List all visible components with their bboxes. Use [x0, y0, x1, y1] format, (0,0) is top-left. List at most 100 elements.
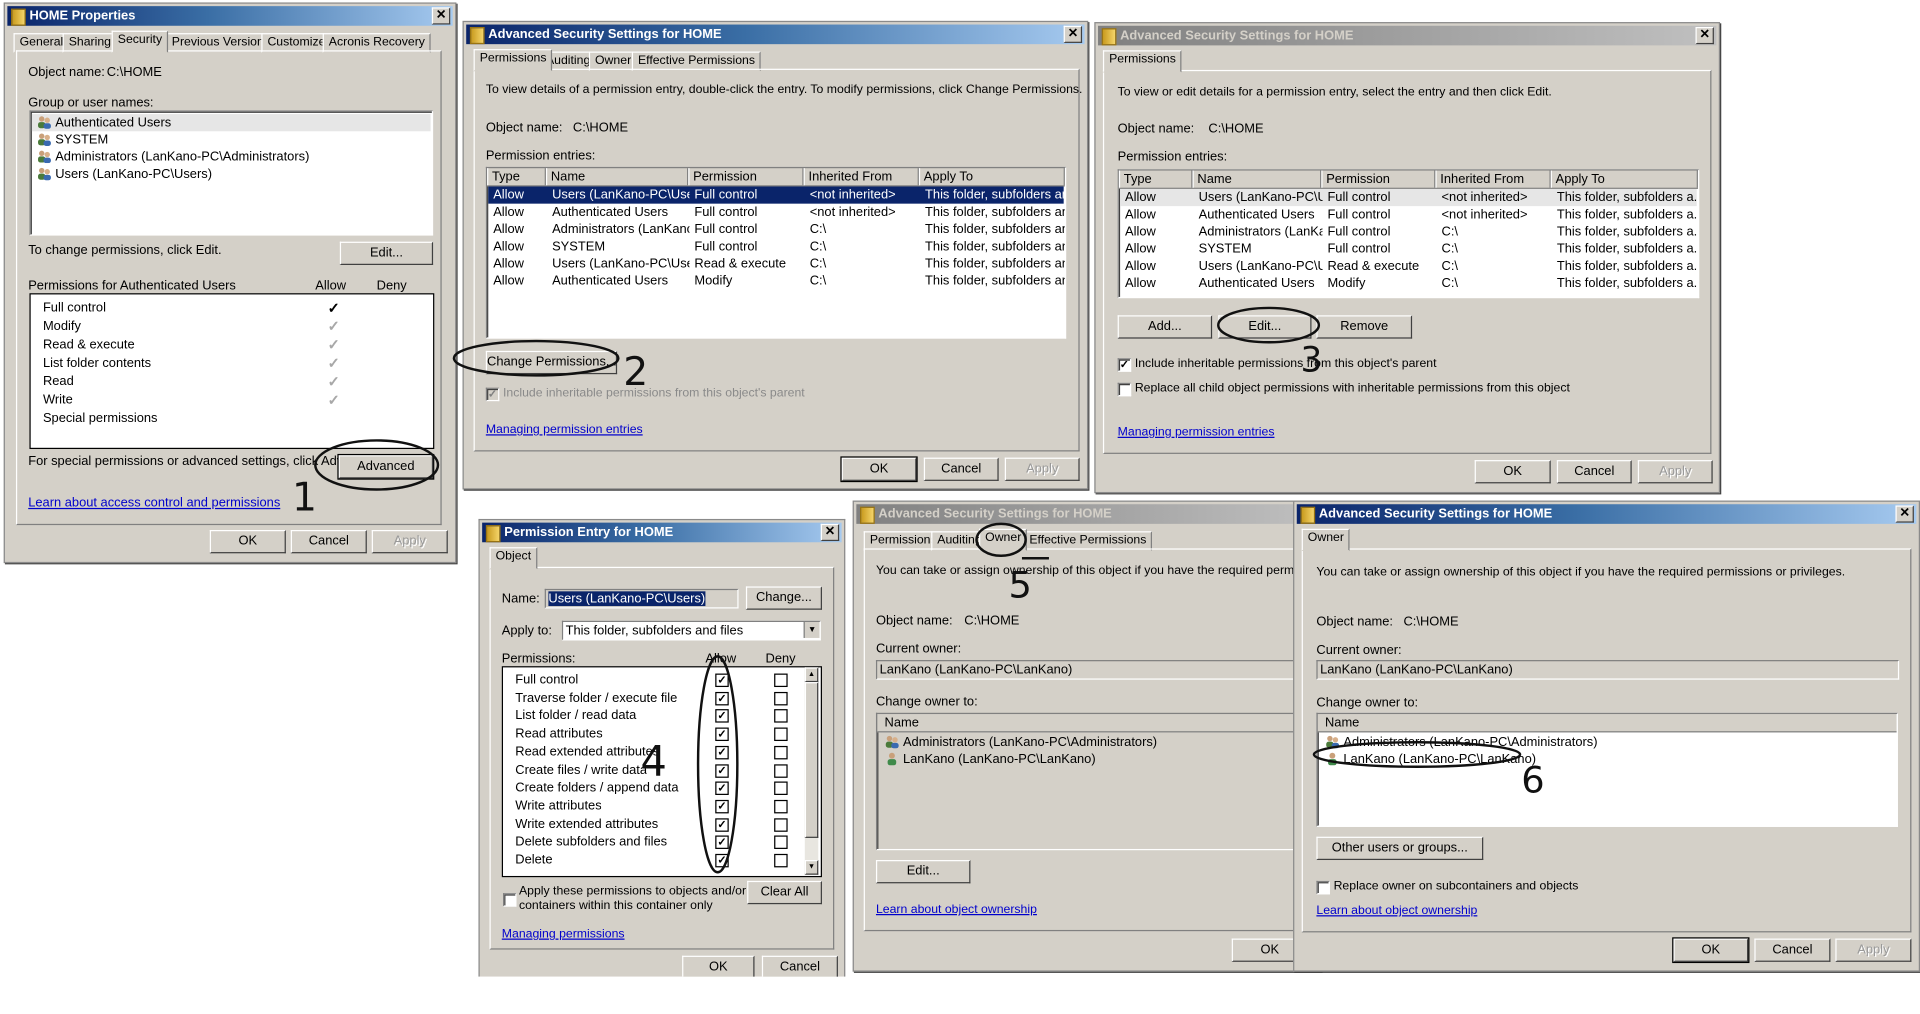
- list-item[interactable]: LanKano (LanKano-PC\LanKano): [1319, 751, 1896, 768]
- deny-checkbox[interactable]: [774, 817, 788, 832]
- title-bar[interactable]: HOME Properties ✕: [7, 6, 453, 26]
- allow-checkbox[interactable]: ✓: [715, 691, 729, 706]
- deny-checkbox[interactable]: [774, 709, 788, 724]
- column-header-name[interactable]: Name: [545, 168, 689, 186]
- change-permissions-button[interactable]: Change Permissions...: [485, 350, 618, 375]
- add-button[interactable]: Add...: [1117, 315, 1213, 339]
- tab-owner[interactable]: Owner: [1301, 528, 1351, 551]
- deny-checkbox[interactable]: [774, 781, 788, 796]
- owner-list[interactable]: Name Administrators (LanKano-PC\Administr…: [1316, 712, 1898, 827]
- close-button[interactable]: ✕: [1695, 26, 1714, 45]
- help-link[interactable]: Learn about access control and permissio…: [28, 496, 280, 511]
- allow-checkbox[interactable]: ✓: [715, 853, 729, 868]
- table-row[interactable]: Allow Users (LanKano-PC\Users) Full contro…: [1120, 188, 1698, 207]
- owner-help-link[interactable]: Learn about object ownership: [876, 903, 1037, 916]
- table-row[interactable]: Allow Authenticated Users Modify C:\ This fo…: [488, 272, 1065, 289]
- cancel-button[interactable]: Cancel: [923, 457, 999, 481]
- apply-button[interactable]: Apply: [371, 529, 448, 554]
- deny-checkbox[interactable]: [774, 835, 788, 850]
- scrollbar[interactable]: ▲ ▼: [804, 667, 819, 875]
- scroll-thumb[interactable]: [804, 682, 819, 838]
- owner-help-link[interactable]: Learn about object ownership: [1316, 904, 1477, 917]
- column-header-inherited-from[interactable]: Inherited From: [1435, 170, 1551, 188]
- table-row[interactable]: Allow Authenticated Users Full control <not…: [1120, 206, 1698, 223]
- list-item[interactable]: LanKano (LanKano-PC\LanKano): [878, 751, 1320, 768]
- clear-all-button[interactable]: Clear All: [747, 880, 822, 905]
- tab-owner[interactable]: Owner: [979, 528, 1028, 551]
- tab-permissions[interactable]: Permissions: [473, 49, 553, 72]
- permission-entries-table[interactable]: Type Name Permission Inherited From Apply To…: [1117, 169, 1700, 299]
- ok-button[interactable]: OK: [840, 456, 918, 483]
- column-header-inherited-from[interactable]: Inherited From: [803, 168, 919, 186]
- dropdown-arrow-icon[interactable]: ▼: [803, 622, 820, 638]
- advanced-button[interactable]: Advanced: [337, 453, 435, 480]
- deny-checkbox[interactable]: [774, 799, 788, 814]
- close-button[interactable]: ✕: [1063, 25, 1083, 43]
- name-field[interactable]: Users (LanKano-PC\Users): [544, 588, 739, 609]
- deny-checkbox[interactable]: [774, 763, 788, 778]
- scroll-down-icon[interactable]: ▼: [804, 860, 819, 875]
- allow-checkbox[interactable]: ✓: [715, 745, 729, 760]
- allow-checkbox[interactable]: ✓: [715, 763, 729, 778]
- column-header-name[interactable]: Name: [877, 714, 1321, 733]
- close-button[interactable]: ✕: [1895, 505, 1914, 523]
- edit-button[interactable]: Edit...: [339, 241, 434, 265]
- apply-button[interactable]: Apply: [1004, 457, 1080, 481]
- apply-to-select[interactable]: This folder, subfolders and files ▼: [561, 620, 821, 641]
- deny-checkbox[interactable]: [774, 853, 788, 868]
- apply-button[interactable]: Apply: [1835, 938, 1912, 962]
- cancel-button[interactable]: Cancel: [1556, 460, 1632, 484]
- allow-checkbox[interactable]: ✓: [715, 709, 729, 724]
- table-row[interactable]: Allow Administrators (LanKano-... Full con…: [488, 221, 1065, 238]
- cancel-button[interactable]: Cancel: [290, 529, 367, 554]
- column-header-apply-to[interactable]: Apply To: [918, 168, 1065, 186]
- title-bar[interactable]: Advanced Security Settings for HOME ✕: [1296, 504, 1917, 524]
- deny-checkbox[interactable]: [774, 727, 788, 742]
- managing-entries-link[interactable]: Managing permission entries: [486, 423, 643, 436]
- title-bar[interactable]: Advanced Security Settings for HOME ✕: [1098, 25, 1717, 46]
- cancel-button[interactable]: Cancel: [761, 955, 838, 977]
- deny-checkbox[interactable]: [774, 673, 788, 688]
- owner-list[interactable]: Name Administrators (LanKano-PC\Administr…: [875, 712, 1321, 851]
- table-row[interactable]: Allow Users (LanKano-PC\Users) Full contro…: [488, 186, 1065, 204]
- close-button[interactable]: ✕: [820, 523, 840, 542]
- deny-checkbox[interactable]: [774, 691, 788, 706]
- cancel-button[interactable]: Cancel: [1754, 938, 1831, 962]
- replace-owner-checkbox[interactable]: [1316, 880, 1330, 895]
- title-bar[interactable]: Advanced Security Settings for HOME: [856, 504, 1318, 524]
- other-users-button[interactable]: Other users or groups...: [1316, 836, 1484, 861]
- table-row[interactable]: AllowUsers (LanKano-PC\Users)Read & exec…: [488, 255, 1065, 272]
- column-header-name[interactable]: Name: [1317, 714, 1897, 733]
- ok-button[interactable]: OK: [682, 955, 755, 977]
- ok-button[interactable]: OK: [1672, 937, 1750, 964]
- ok-button[interactable]: OK: [1474, 460, 1551, 484]
- list-item[interactable]: Administrators (LanKano-PC\Administrator…: [32, 148, 431, 165]
- replace-child-checkbox[interactable]: [1117, 382, 1132, 397]
- column-header-apply-to[interactable]: Apply To: [1550, 170, 1698, 188]
- edit-button[interactable]: Edit...: [1218, 315, 1312, 339]
- deny-checkbox[interactable]: [774, 745, 788, 760]
- include-inheritable-checkbox[interactable]: ✓: [1117, 358, 1132, 372]
- title-bar[interactable]: Permission Entry for HOME ✕: [482, 522, 842, 543]
- allow-checkbox[interactable]: ✓: [715, 799, 729, 814]
- allow-checkbox[interactable]: ✓: [715, 817, 729, 832]
- include-inheritable-checkbox[interactable]: ✓: [485, 387, 500, 402]
- table-row[interactable]: AllowUsers (LanKano-PC\Users)Read & exec…: [1120, 258, 1698, 275]
- permissions-list[interactable]: Full control ✓ Traverse folder / execute f…: [501, 666, 822, 878]
- managing-entries-link[interactable]: Managing permission entries: [1118, 426, 1275, 439]
- list-item[interactable]: Users (LanKano-PC\Users): [32, 166, 431, 183]
- edit-button[interactable]: Edit...: [875, 860, 971, 884]
- tab-object[interactable]: Object: [489, 547, 538, 570]
- permission-entries-table[interactable]: Type Name Permission Inherited From Apply To…: [485, 166, 1067, 339]
- change-button[interactable]: Change...: [745, 586, 822, 610]
- column-header-name[interactable]: Name: [1192, 170, 1322, 188]
- allow-checkbox[interactable]: ✓: [715, 673, 729, 688]
- column-header-type[interactable]: Type: [1118, 170, 1193, 188]
- user-list[interactable]: Authenticated Users SYSTEM Administrators …: [29, 110, 434, 236]
- table-row[interactable]: Allow Administrators (LanKano...Full cont…: [1120, 223, 1698, 240]
- tab-permissions[interactable]: Permissions: [1102, 50, 1183, 73]
- table-row[interactable]: Allow Authenticated Users Full control <not…: [488, 204, 1065, 221]
- apply-button[interactable]: Apply: [1637, 460, 1713, 484]
- allow-checkbox[interactable]: ✓: [715, 727, 729, 742]
- title-bar[interactable]: Advanced Security Settings for HOME ✕: [466, 24, 1085, 45]
